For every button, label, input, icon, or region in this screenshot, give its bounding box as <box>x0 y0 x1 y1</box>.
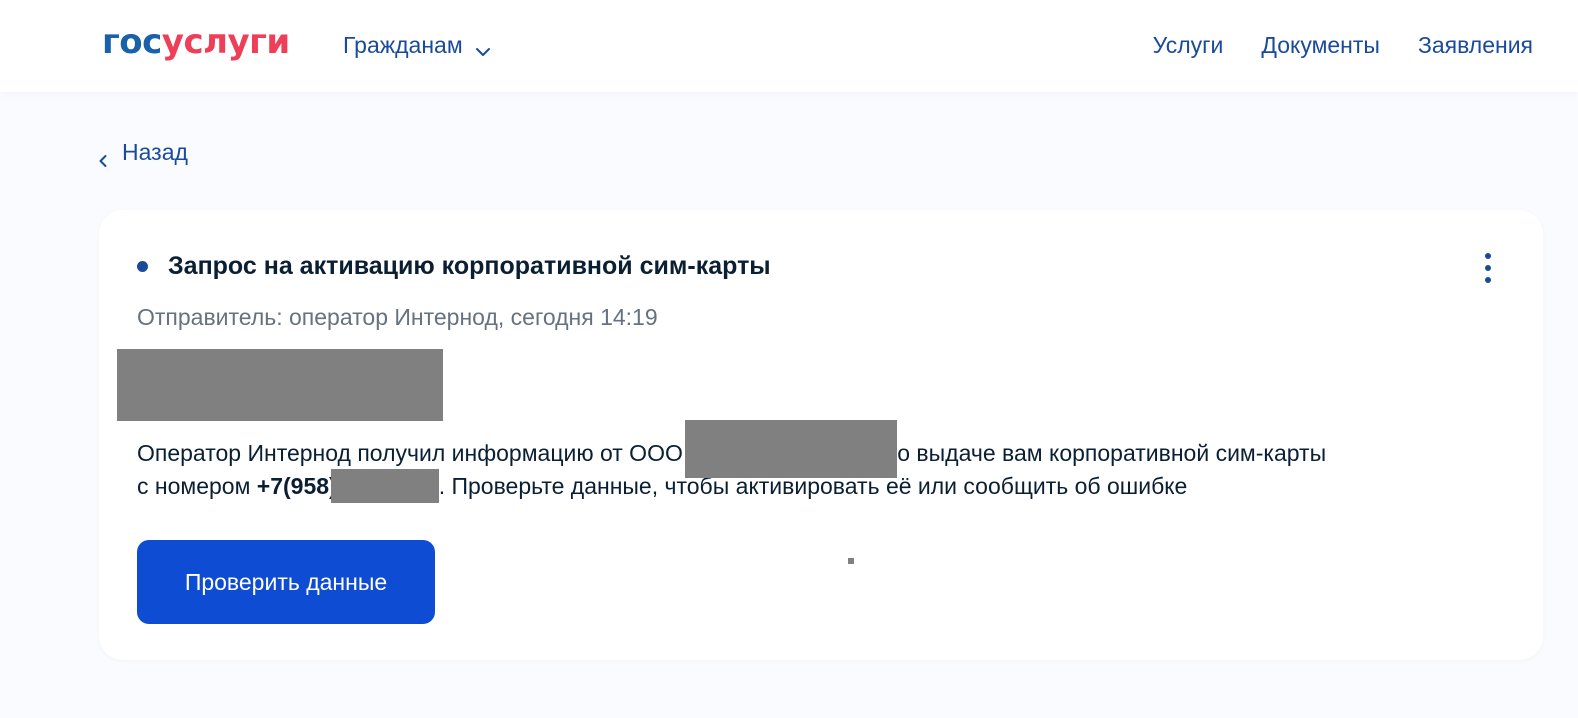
unread-dot-icon <box>137 260 148 272</box>
redacted-company-name <box>685 420 898 478</box>
message-title: Запрос на активацию корпоративной сим-ка… <box>168 252 771 280</box>
nav-documents-link[interactable]: Документы <box>1261 30 1380 60</box>
chevron-down-icon <box>475 37 491 56</box>
redacted-phone-digits <box>330 468 439 503</box>
citizens-menu-label: Гражданам <box>343 32 463 58</box>
nav-applications-link[interactable]: Заявления <box>1418 30 1533 60</box>
kebab-dot <box>1485 265 1491 271</box>
message-title-row: Запрос на активацию корпоративной сим-ка… <box>137 250 771 282</box>
check-data-button[interactable]: Проверить данные <box>137 540 435 624</box>
redacted-speck <box>848 558 854 564</box>
message-card: Запрос на активацию корпоративной сим-ка… <box>99 210 1543 660</box>
kebab-dot <box>1485 253 1491 259</box>
nav-services-link[interactable]: Услуги <box>1153 30 1224 60</box>
gosuslugi-logo[interactable]: госуслуги <box>102 22 290 62</box>
citizens-menu[interactable]: Гражданам <box>343 30 491 60</box>
phone-number-prefix: +7(958) <box>256 473 337 499</box>
back-link-label: Назад <box>122 139 188 165</box>
message-body: Оператор Интернод получил информацию от … <box>137 420 1517 506</box>
more-vertical-icon[interactable] <box>1483 253 1493 283</box>
top-header: госуслуги Гражданам Услуги Документы Зая… <box>0 0 1578 92</box>
message-body-line: Оператор Интернод получил информацию от … <box>137 420 1517 478</box>
logo-part-gos: гос <box>102 22 162 62</box>
message-sender: Отправитель: оператор Интернод, сегодня … <box>137 304 658 330</box>
kebab-dot <box>1485 277 1491 283</box>
back-link[interactable]: Назад <box>96 137 188 167</box>
main-nav: Услуги Документы Заявления <box>1153 30 1533 60</box>
body-text-segment: Оператор Интернод получил информацию от … <box>137 440 690 467</box>
redacted-block <box>117 349 443 421</box>
body-text-segment: с номером <box>137 473 257 499</box>
logo-part-uslugi: услуги <box>161 22 290 62</box>
body-text-segment: о выдаче вам корпоративной сим-карты <box>897 440 1327 467</box>
chevron-left-icon <box>96 145 110 167</box>
